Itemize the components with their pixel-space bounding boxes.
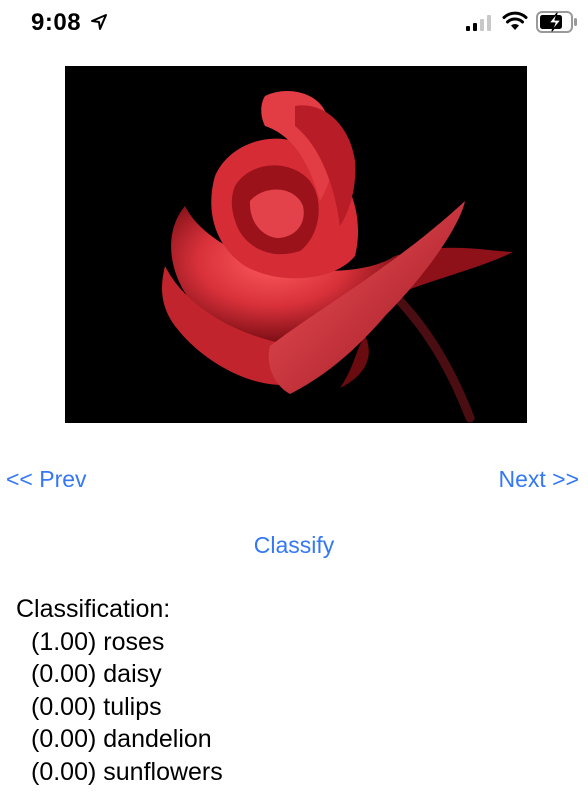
result-score: (1.00)	[31, 627, 97, 656]
location-arrow-icon	[90, 13, 108, 31]
cellular-signal-icon	[465, 15, 493, 31]
next-button[interactable]: Next >>	[498, 466, 579, 493]
result-label: sunflowers	[103, 757, 223, 786]
result-score: (0.00)	[31, 725, 97, 753]
classify-button[interactable]: Classify	[0, 532, 588, 559]
result-label: roses	[103, 627, 165, 656]
result-score: (0.00)	[31, 692, 97, 721]
app-screen: 9:08 << Prev Next >> Classify Classifica…	[0, 0, 588, 800]
result-item: (1.00) roses	[16, 626, 223, 659]
result-item: (0.00) sunflowers	[16, 756, 223, 789]
flower-image	[65, 66, 527, 423]
classification-results: Classification: (1.00) roses (0.00) dais…	[16, 593, 223, 788]
result-label: daisy	[103, 660, 162, 688]
result-score: (0.00)	[31, 660, 97, 688]
result-label: tulips	[103, 692, 162, 721]
result-item: (0.00) dandelion	[16, 723, 223, 756]
status-bar: 9:08	[0, 0, 588, 46]
result-item: (0.00) tulips	[16, 691, 223, 724]
result-score: (0.00)	[31, 757, 97, 786]
result-item: (0.00) daisy	[16, 658, 223, 691]
status-time: 9:08	[31, 9, 82, 36]
results-heading: Classification:	[16, 595, 171, 623]
result-label: dandelion	[103, 725, 212, 753]
prev-button[interactable]: << Prev	[6, 466, 87, 493]
battery-charging-icon	[536, 11, 578, 33]
wifi-icon	[502, 11, 528, 31]
